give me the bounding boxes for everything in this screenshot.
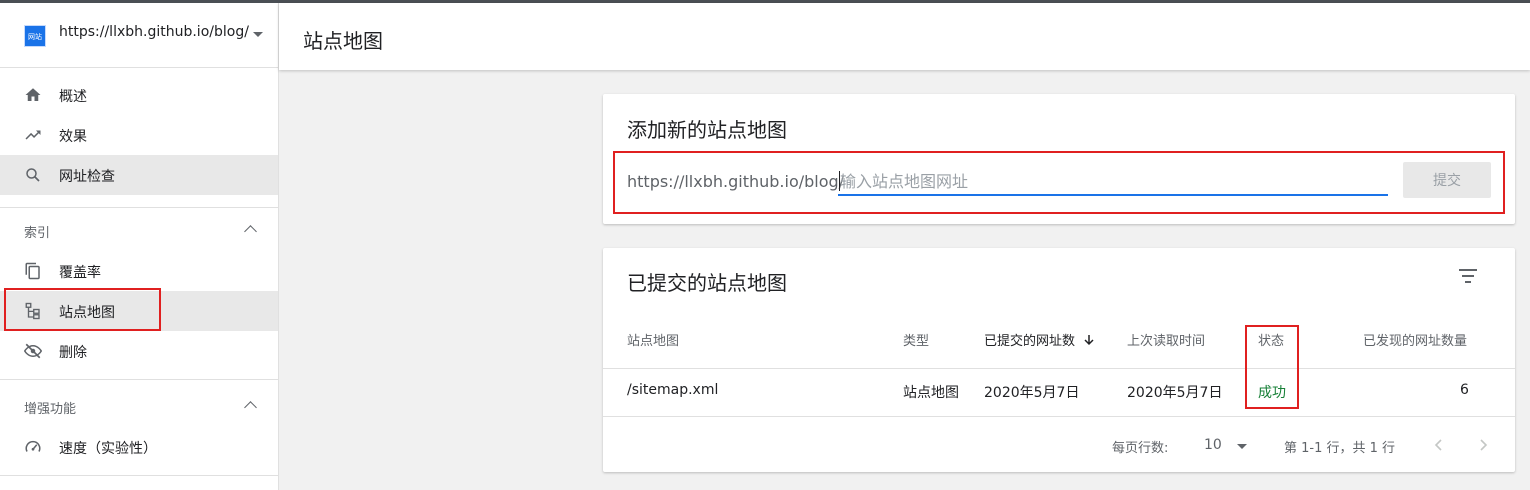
card-title: 添加新的站点地图 <box>627 118 787 142</box>
section-title: 增强功能 <box>24 402 77 417</box>
sidebar-item-label: 站点地图 <box>59 305 115 321</box>
property-logo-icon: 网站 <box>24 25 46 47</box>
rows-per-page-label: 每页行数: <box>1112 441 1169 456</box>
cell-sitemap: /sitemap.xml <box>627 382 719 398</box>
sitemap-icon <box>25 302 40 320</box>
divider <box>0 379 278 380</box>
column-header-status[interactable]: 状态 <box>1258 330 1284 349</box>
page-header: 站点地图 <box>279 3 1530 70</box>
sidebar-item-performance[interactable]: 效果 <box>0 115 278 155</box>
column-header-submitted[interactable]: 已提交的网址数 <box>984 330 1095 349</box>
caret-down-icon <box>1237 444 1247 449</box>
chevron-up-icon[interactable] <box>244 401 257 414</box>
section-title: 索引 <box>24 226 51 241</box>
divider <box>603 368 1515 369</box>
sidebar: 网站 https://llxbh.github.io/blog/ 概述 效果 网… <box>0 3 279 490</box>
sidebar-item-coverage[interactable]: 覆盖率 <box>0 251 278 291</box>
sidebar-item-sitemaps[interactable]: 站点地图 <box>0 291 278 331</box>
chevron-left-icon[interactable] <box>1431 437 1447 453</box>
trending-up-icon <box>25 130 41 140</box>
column-header-type[interactable]: 类型 <box>903 330 929 349</box>
divider <box>0 207 278 208</box>
card-title: 已提交的站点地图 <box>627 271 787 295</box>
cell-discovered: 6 <box>1460 382 1469 398</box>
home-icon <box>25 88 41 101</box>
speedometer-icon <box>25 440 41 452</box>
sidebar-item-overview[interactable]: 概述 <box>0 75 278 115</box>
sidebar-item-label: 速度（实验性） <box>59 441 157 457</box>
divider <box>0 475 278 476</box>
page-range: 第 1-1 行，共 1 行 <box>1284 441 1396 456</box>
submitted-sitemaps-card: 已提交的站点地图 站点地图 类型 已提交的网址数 上次读取时间 状态 已发现的网… <box>603 248 1515 472</box>
text-cursor <box>839 171 840 191</box>
column-header-discovered[interactable]: 已发现的网址数量 <box>1363 330 1467 349</box>
copy-icon <box>25 262 40 280</box>
sidebar-item-label: 删除 <box>59 345 87 361</box>
sidebar-item-label: 网址检查 <box>59 169 115 185</box>
submit-button[interactable]: 提交 <box>1403 162 1491 198</box>
cell-submitted: 2020年5月7日 <box>984 385 1080 401</box>
cell-status: 成功 <box>1258 385 1286 401</box>
section-index-header[interactable]: 索引 <box>0 215 278 247</box>
sidebar-item-url-inspection[interactable]: 网址检查 <box>0 155 278 195</box>
sidebar-item-removals[interactable]: 删除 <box>0 331 278 371</box>
caret-down-icon[interactable] <box>253 32 263 37</box>
section-enhancements-header[interactable]: 增强功能 <box>0 391 278 423</box>
rows-per-page-value: 10 <box>1204 437 1222 453</box>
sidebar-item-label: 效果 <box>59 129 87 145</box>
chevron-up-icon[interactable] <box>244 225 257 238</box>
eye-off-icon <box>24 343 42 359</box>
sitemap-url-input[interactable] <box>838 168 1388 196</box>
chevron-right-icon[interactable] <box>1475 437 1491 453</box>
sidebar-item-label: 覆盖率 <box>59 265 101 281</box>
filter-icon[interactable] <box>1457 268 1479 284</box>
property-url: https://llxbh.github.io/blog/ <box>59 24 249 40</box>
property-selector[interactable]: 网站 https://llxbh.github.io/blog/ <box>0 3 278 68</box>
sitemap-url-prefix: https://llxbh.github.io/blog/ <box>627 172 845 191</box>
column-header-sitemap[interactable]: 站点地图 <box>627 330 679 349</box>
column-header-last-read[interactable]: 上次读取时间 <box>1127 330 1205 349</box>
divider <box>603 416 1515 417</box>
column-header-label: 已提交的网址数 <box>984 334 1076 349</box>
add-sitemap-card: 添加新的站点地图 https://llxbh.github.io/blog/ 提… <box>603 94 1515 224</box>
search-icon <box>26 168 40 182</box>
sidebar-item-label: 概述 <box>59 89 87 105</box>
cell-type: 站点地图 <box>903 385 959 401</box>
arrow-down-icon <box>1084 335 1094 346</box>
page-title: 站点地图 <box>303 29 383 53</box>
sidebar-item-speed[interactable]: 速度（实验性） <box>0 427 278 467</box>
cell-last-read: 2020年5月7日 <box>1127 385 1223 401</box>
